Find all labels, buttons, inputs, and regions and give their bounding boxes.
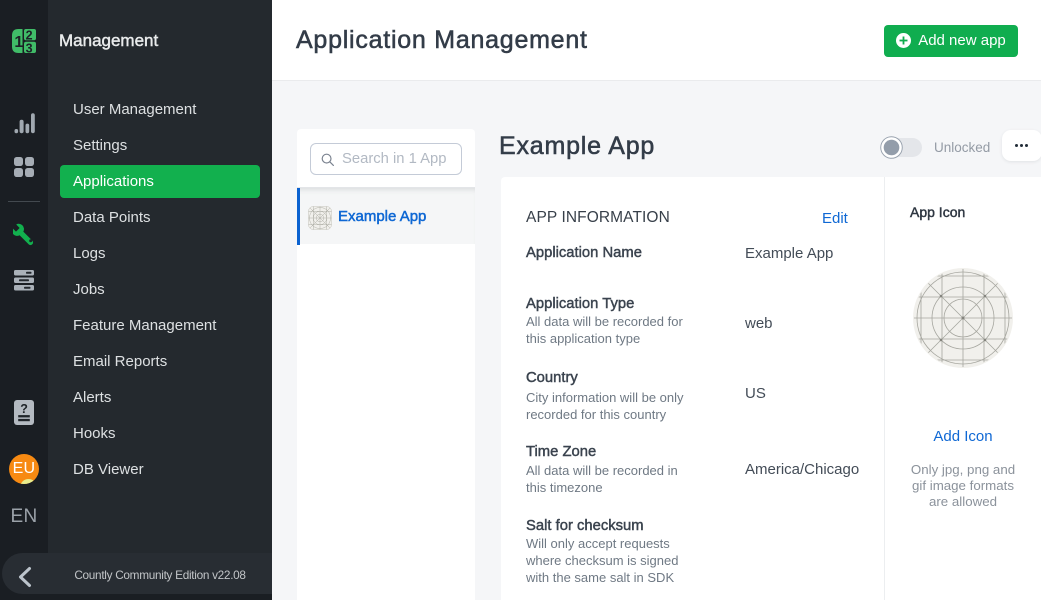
- svg-text:2: 2: [26, 29, 33, 42]
- svg-text:1: 1: [14, 34, 23, 51]
- svg-text:?: ?: [20, 402, 28, 416]
- svg-text:3: 3: [26, 42, 33, 53]
